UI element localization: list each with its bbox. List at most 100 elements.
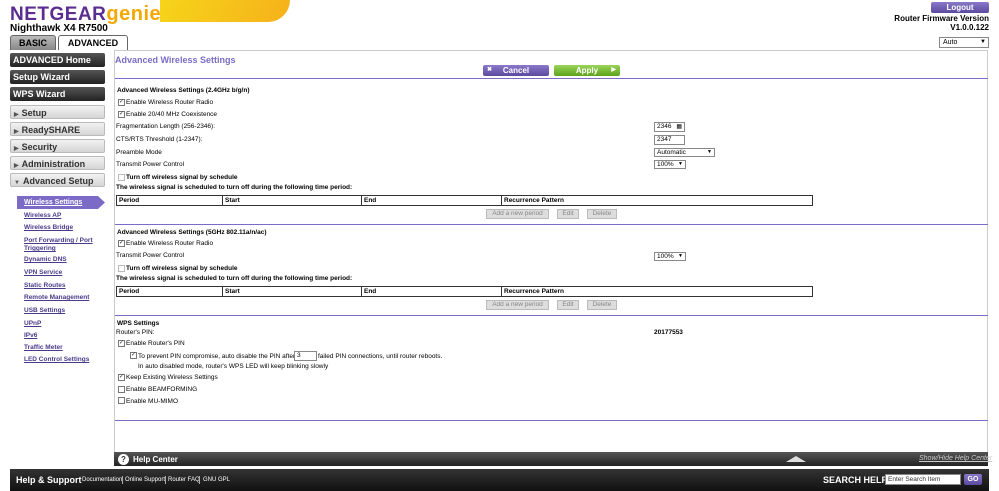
keypad-icon: ▦	[676, 124, 682, 130]
help-center-title[interactable]: Help Center	[133, 455, 178, 464]
sidebar-item-wireless-bridge[interactable]: Wireless Bridge	[24, 224, 104, 232]
footer-link-documentation[interactable]: Documentation	[82, 477, 122, 483]
footer-link-gnu-gpl[interactable]: GNU GPL	[203, 477, 230, 483]
enable-radio-5-label: Enable Wireless Router Radio	[126, 240, 214, 247]
sidebar-wps-wizard[interactable]: WPS Wizard	[10, 87, 105, 101]
sidebar-cat-readyshare[interactable]: ▶ ReadySHARE	[10, 122, 105, 136]
sidebar-setup-wizard[interactable]: Setup Wizard	[10, 70, 105, 84]
search-help-label: SEARCH HELP	[823, 475, 888, 485]
sidebar-item-ipv6[interactable]: IPv6	[24, 332, 104, 340]
prevent-pin-label: To prevent PIN compromise, auto disable …	[138, 353, 296, 360]
footer-separator	[165, 476, 166, 484]
sidebar-advanced-home[interactable]: ADVANCED Home	[10, 53, 105, 67]
help-toggle-link[interactable]: Show/Hide Help Center	[919, 455, 992, 462]
enable-radio-24-label: Enable Wireless Router Radio	[126, 99, 214, 106]
sidebar-item-usb-settings[interactable]: USB Settings	[24, 307, 104, 315]
section-heading-5ghz: Advanced Wireless Settings (5GHz 802.11a…	[117, 229, 267, 236]
mu-mimo-checkbox[interactable]	[118, 397, 125, 404]
sidebar-cat-security[interactable]: ▶ Security	[10, 139, 105, 153]
schedule-5-checkbox[interactable]	[118, 265, 125, 272]
help-center-bar	[114, 452, 988, 466]
close-icon: ✖	[487, 67, 493, 73]
sidebar-cat-administration[interactable]: ▶ Administration	[10, 156, 105, 170]
delete-24-button[interactable]: Delete	[587, 209, 617, 219]
divider	[115, 78, 988, 79]
keep-settings-checkbox[interactable]: ✓	[118, 374, 125, 381]
sidebar-item-wireless-ap[interactable]: Wireless AP	[24, 212, 104, 220]
chevron-down-icon: ▼	[707, 149, 712, 155]
prevent-pin-suffix: failed PIN connections, until router reb…	[318, 353, 443, 360]
col-recurrence: Recurrence Pattern	[504, 288, 564, 295]
model-name: Nighthawk X4 R7500	[10, 23, 108, 34]
sidebar-item-vpn-service[interactable]: VPN Service	[24, 269, 104, 277]
sidebar-cat-advanced-setup[interactable]: ▼ Advanced Setup	[10, 173, 105, 187]
sidebar-item-upnp[interactable]: UPnP	[24, 320, 104, 328]
coexistence-checkbox[interactable]: ✓	[118, 111, 125, 118]
sidebar-item-remote-management[interactable]: Remote Management	[24, 294, 104, 302]
chevron-down-icon: ▼	[980, 39, 986, 45]
add-period-24-button[interactable]: Add a new period	[486, 209, 549, 219]
tab-advanced[interactable]: ADVANCED	[58, 35, 128, 50]
tx-power-5-select[interactable]: 100% ▼	[654, 252, 686, 261]
mu-mimo-label: Enable MU-MIMO	[126, 398, 179, 405]
preamble-select[interactable]: Automatic ▼	[654, 148, 715, 157]
cts-threshold-input[interactable]: 2347	[654, 135, 685, 145]
schedule-24-note: The wireless signal is scheduled to turn…	[116, 184, 353, 191]
col-period: Period	[117, 196, 223, 205]
preamble-label: Preamble Mode	[116, 149, 162, 156]
col-start: Start	[223, 196, 362, 205]
beamforming-checkbox[interactable]	[118, 386, 125, 393]
cts-threshold-label: CTS/RTS Threshold (1-2347):	[116, 136, 203, 143]
footer-separator	[199, 476, 200, 484]
frag-length-input[interactable]: 2346 ▦	[654, 122, 685, 132]
delete-5-button[interactable]: Delete	[587, 300, 617, 310]
sidebar-item-wireless-settings[interactable]: Wireless Settings	[17, 196, 105, 209]
divider	[115, 315, 988, 316]
chevron-up-icon[interactable]	[786, 456, 806, 462]
search-go-button[interactable]: GO	[964, 474, 982, 485]
enable-radio-24-checkbox[interactable]: ✓	[118, 99, 125, 106]
sidebar-item-led-control[interactable]: LED Control Settings	[24, 356, 104, 364]
tx-power-5-label: Transmit Power Control	[116, 252, 185, 259]
main-panel	[114, 50, 988, 466]
sidebar-item-port-forwarding[interactable]: Port Forwarding / Port Triggering	[24, 237, 104, 253]
col-period: Period	[117, 287, 223, 296]
apply-button[interactable]: Apply ▶	[554, 65, 620, 76]
add-period-5-button[interactable]: Add a new period	[486, 300, 549, 310]
sidebar-item-dynamic-dns[interactable]: Dynamic DNS	[24, 256, 104, 264]
tab-basic[interactable]: BASIC	[10, 35, 56, 50]
footer-separator	[122, 476, 123, 484]
footer-link-online-support[interactable]: Online Support	[125, 477, 165, 483]
triangle-right-icon: ▶	[14, 129, 19, 135]
tx-power-24-select[interactable]: 100% ▼	[654, 160, 686, 169]
divider	[115, 224, 988, 225]
language-select[interactable]: Auto ▼	[939, 37, 989, 48]
schedule-24-table-header: Period Start End Recurrence Pattern	[116, 195, 813, 206]
col-start: Start	[223, 287, 362, 296]
prevent-pin-checkbox[interactable]: ✓	[130, 352, 137, 359]
chevron-down-icon: ▼	[678, 161, 683, 167]
coexistence-label: Enable 20/40 MHz Coexistence	[126, 111, 218, 118]
arrow-right-icon: ▶	[611, 67, 616, 73]
col-end: End	[362, 196, 502, 205]
pin-attempts-input[interactable]: 3	[294, 351, 317, 361]
search-input[interactable]: Enter Search Item	[885, 474, 961, 485]
schedule-5-note: The wireless signal is scheduled to turn…	[116, 275, 353, 282]
sidebar-cat-setup[interactable]: ▶ Setup	[10, 105, 105, 119]
logout-button[interactable]: Logout	[931, 2, 989, 13]
auto-disable-note: In auto disabled mode, router's WPS LED …	[138, 363, 329, 370]
cancel-button[interactable]: ✖ Cancel	[483, 65, 549, 76]
schedule-5-label: Turn off wireless signal by schedule	[126, 265, 238, 272]
sidebar-item-traffic-meter[interactable]: Traffic Meter	[24, 344, 104, 352]
enable-pin-checkbox[interactable]: ✓	[118, 340, 125, 347]
footer-link-router-faq[interactable]: Router FAQ	[168, 477, 200, 483]
keep-settings-label: Keep Existing Wireless Settings	[126, 374, 218, 381]
enable-radio-5-checkbox[interactable]: ✓	[118, 240, 125, 247]
schedule-24-checkbox[interactable]	[118, 174, 125, 181]
triangle-right-icon: ▶	[14, 163, 19, 169]
edit-5-button[interactable]: Edit	[557, 300, 579, 310]
sidebar-item-static-routes[interactable]: Static Routes	[24, 282, 104, 290]
edit-24-button[interactable]: Edit	[557, 209, 579, 219]
router-pin-label: Router's PIN:	[116, 329, 155, 336]
chevron-down-icon: ▼	[678, 253, 683, 259]
